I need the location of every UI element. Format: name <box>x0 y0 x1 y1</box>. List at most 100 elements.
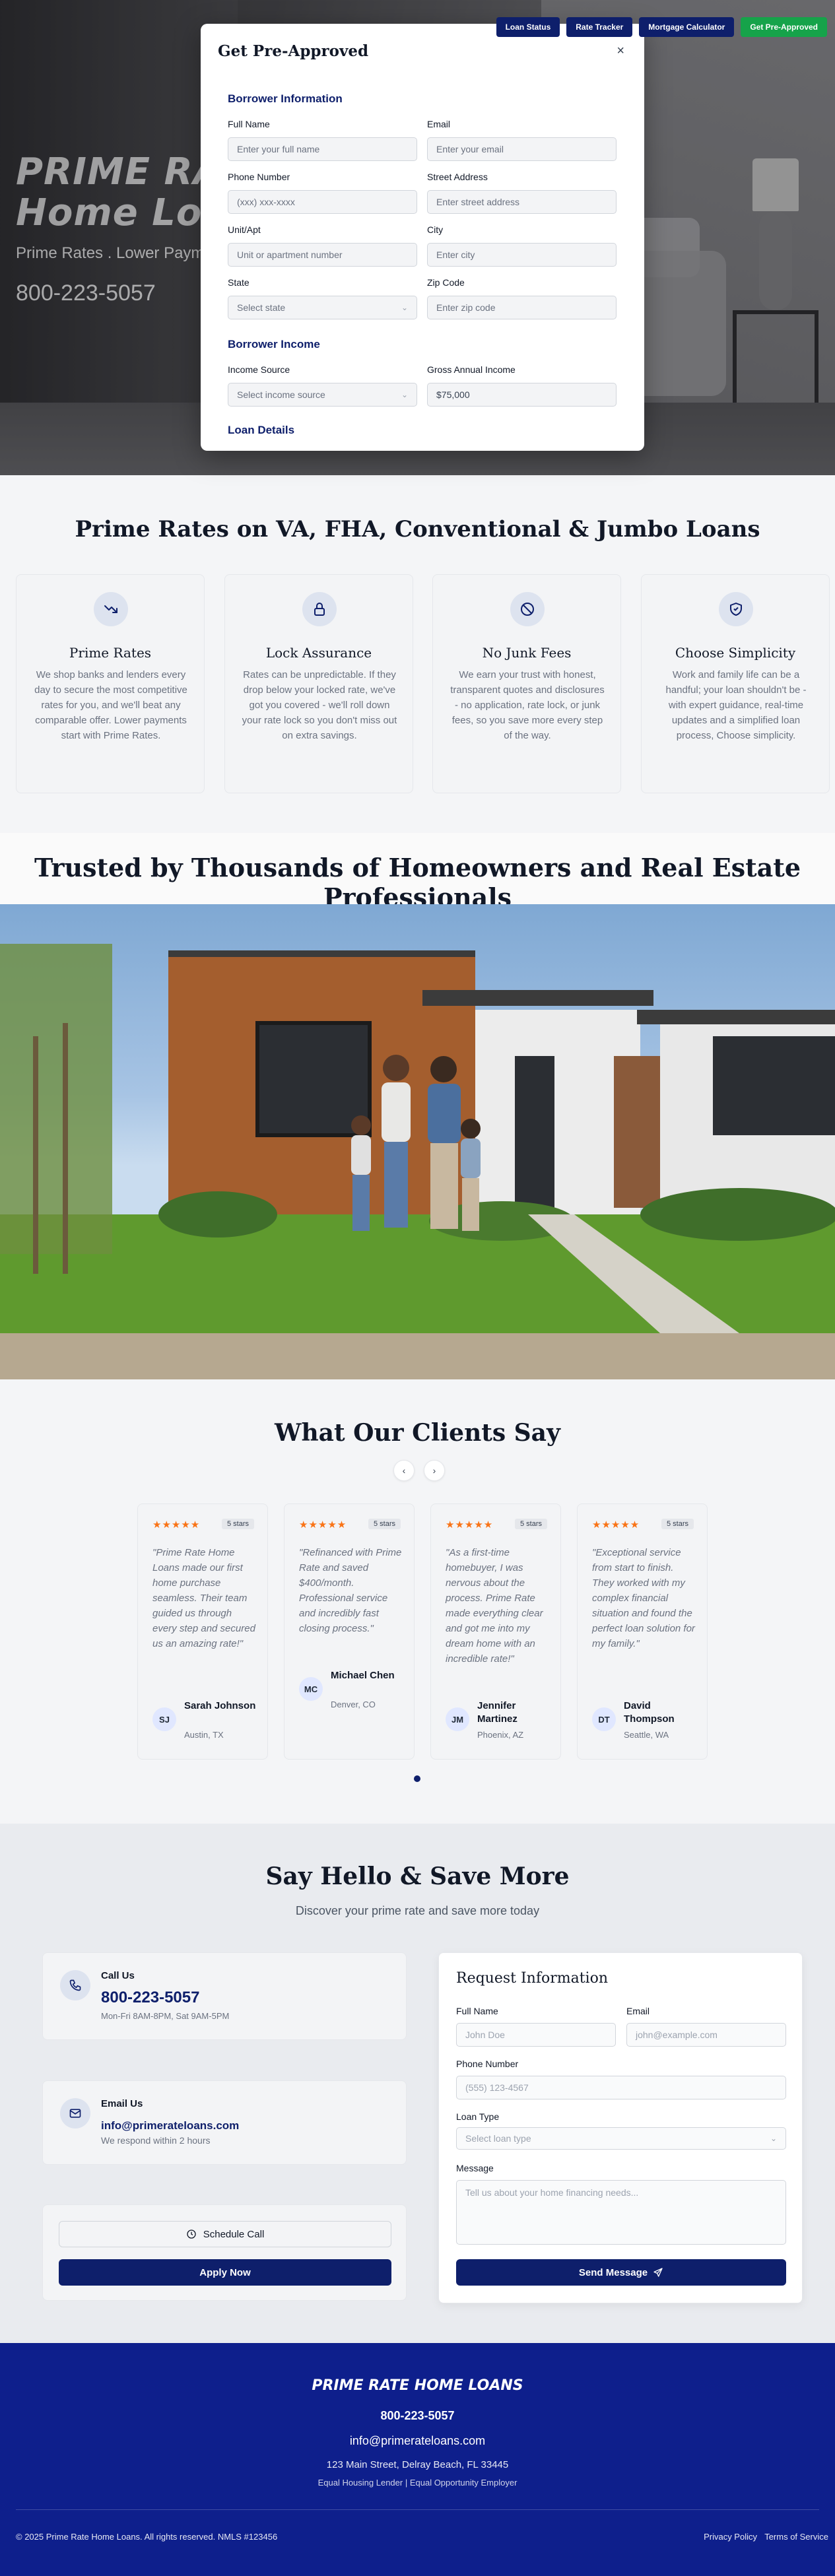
phone-label: Phone Number <box>228 172 290 182</box>
income-source-select[interactable]: Select income source ⌄ <box>228 383 417 407</box>
footer-brand: PRIME RATE HOME LOANS <box>312 2377 523 2394</box>
features-title: Prime Rates on VA, FHA, Conventional & J… <box>75 516 760 543</box>
footer: PRIME RATE HOME LOANS 800-223-5057 info@… <box>0 2343 835 2576</box>
carousel-dot-active[interactable] <box>414 1775 420 1782</box>
family-house-illustration <box>0 944 835 1379</box>
feature-card-prime-rates: Prime Rates We shop banks and lenders ev… <box>16 574 205 793</box>
apply-now-label: Apply Now <box>199 2266 251 2278</box>
carousel-next-button[interactable]: › <box>424 1460 445 1481</box>
gross-income-input[interactable]: $75,000 <box>427 383 617 407</box>
hero-subtitle: Prime Rates . Lower Paym <box>16 244 205 262</box>
actions-card: Schedule Call Apply Now <box>42 2204 407 2301</box>
contact-title: Say Hello & Save More <box>265 1863 570 1890</box>
send-message-button[interactable]: Send Message <box>456 2259 786 2286</box>
feature-title: No Junk Fees <box>482 645 572 661</box>
feature-text: We shop banks and lenders every day to s… <box>34 669 187 741</box>
email-us-note: We respond within 2 hours <box>101 2135 211 2146</box>
unit-label: Unit/Apt <box>228 224 261 235</box>
avatar: DT <box>592 1707 616 1731</box>
call-us-hours: Mon-Fri 8AM-8PM, Sat 9AM-5PM <box>101 2011 230 2021</box>
city-input[interactable]: Enter city <box>427 243 617 267</box>
rating-badge: 5 stars <box>221 1519 254 1529</box>
street-address-label: Street Address <box>427 172 488 182</box>
hero-phone[interactable]: 800-223-5057 <box>16 281 156 306</box>
star-rating: ★★★★★ <box>152 1519 201 1531</box>
chevron-down-icon: ⌄ <box>401 390 408 399</box>
feature-text: We earn your trust with honest, transpar… <box>450 669 605 741</box>
footer-terms-link[interactable]: Terms of Service <box>764 2532 828 2542</box>
pre-approval-modal: Get Pre-Approved × Borrower Information … <box>201 24 644 451</box>
hero-title: PRIME RA Home Loa <box>16 152 228 234</box>
street-address-input[interactable]: Enter street address <box>427 190 617 214</box>
state-select[interactable]: Select state ⌄ <box>228 296 417 319</box>
form-phone-input[interactable]: (555) 123-4567 <box>456 2076 786 2099</box>
nav-mortgage-calculator-button[interactable]: Mortgage Calculator <box>639 17 735 37</box>
rating-badge: 5 stars <box>661 1519 694 1529</box>
email-us-label: Email Us <box>101 2098 143 2109</box>
feature-title: Choose Simplicity <box>675 645 796 661</box>
testimonials-title: What Our Clients Say <box>275 1419 560 1447</box>
testimonial-card: ★★★★★ 5 stars "Prime Rate Home Loans mad… <box>137 1503 268 1760</box>
form-phone-placeholder: (555) 123-4567 <box>465 2082 529 2093</box>
trending-down-icon <box>94 592 128 626</box>
clock-icon <box>187 2229 196 2239</box>
nav-loan-status-button[interactable]: Loan Status <box>496 17 560 37</box>
footer-divider <box>16 2509 819 2510</box>
footer-email[interactable]: info@primerateloans.com <box>0 2434 835 2448</box>
client-name: Jennifer Martinez <box>477 1700 518 1725</box>
schedule-call-button[interactable]: Schedule Call <box>59 2221 391 2247</box>
testimonial-card: ★★★★★ 5 stars "Exceptional service from … <box>577 1503 708 1760</box>
phone-input[interactable]: (xxx) xxx-xxxx <box>228 190 417 214</box>
close-icon[interactable]: × <box>617 44 624 59</box>
unit-input[interactable]: Unit or apartment number <box>228 243 417 267</box>
form-email-placeholder: john@example.com <box>636 2030 718 2040</box>
call-us-card: Call Us 800-223-5057 Mon-Fri 8AM-8PM, Sa… <box>42 1952 407 2040</box>
feature-card-no-junk-fees: No Junk Fees We earn your trust with hon… <box>432 574 621 793</box>
city-placeholder: Enter city <box>436 249 475 260</box>
full-name-input[interactable]: Enter your full name <box>228 137 417 161</box>
footer-address: 123 Main Street, Delray Beach, FL 33445 <box>326 2459 509 2470</box>
modal-title: Get Pre-Approved <box>218 42 369 60</box>
nav-get-pre-approved-button[interactable]: Get Pre-Approved <box>741 17 827 37</box>
state-placeholder: Select state <box>237 302 286 313</box>
full-name-placeholder: Enter your full name <box>237 144 320 154</box>
form-title: Request Information <box>456 1970 609 1987</box>
form-phone-label: Phone Number <box>456 2059 519 2069</box>
email-placeholder: Enter your email <box>436 144 504 154</box>
client-location: Phoenix, AZ <box>477 1730 524 1740</box>
testimonial-quote: "Refinanced with Prime Rate and saved $4… <box>299 1547 402 1634</box>
rating-badge: 5 stars <box>514 1519 547 1529</box>
rating-badge: 5 stars <box>368 1519 401 1529</box>
call-us-phone[interactable]: 800-223-5057 <box>101 1989 199 2007</box>
client-location: Austin, TX <box>184 1730 224 1740</box>
trusted-title: Trusted by Thousands of Homeowners and R… <box>34 853 801 912</box>
client-location: Seattle, WA <box>624 1730 669 1740</box>
send-icon <box>653 2268 663 2277</box>
zip-input[interactable]: Enter zip code <box>427 296 617 319</box>
section-loan-details: Loan Details <box>228 424 295 436</box>
footer-equal-housing: Equal Housing Lender | Equal Opportunity… <box>317 2478 518 2488</box>
nav-rate-tracker-button[interactable]: Rate Tracker <box>566 17 633 37</box>
avatar: MC <box>299 1677 323 1701</box>
testimonial-card: ★★★★★ 5 stars "Refinanced with Prime Rat… <box>284 1503 415 1760</box>
lock-icon <box>302 592 337 626</box>
send-message-label: Send Message <box>578 2266 648 2278</box>
apply-now-button[interactable]: Apply Now <box>59 2259 391 2286</box>
footer-phone[interactable]: 800-223-5057 <box>0 2409 835 2423</box>
full-name-label: Full Name <box>228 119 270 129</box>
footer-copyright: © 2025 Prime Rate Home Loans. All rights… <box>16 2532 278 2542</box>
family-house-image <box>0 904 835 1379</box>
form-email-input[interactable]: john@example.com <box>626 2023 786 2047</box>
client-name: Sarah Johnson <box>184 1700 256 1711</box>
carousel-prev-button[interactable]: ‹ <box>393 1460 415 1481</box>
feature-text: Rates can be unpredictable. If they drop… <box>242 669 397 741</box>
star-rating: ★★★★★ <box>592 1519 640 1531</box>
email-us-card: Email Us info@primerateloans.com We resp… <box>42 2080 407 2165</box>
footer-privacy-link[interactable]: Privacy Policy <box>704 2532 757 2542</box>
email-input[interactable]: Enter your email <box>427 137 617 161</box>
form-loan-type-select[interactable]: Select loan type ⌄ <box>456 2127 786 2150</box>
form-message-textarea[interactable]: Tell us about your home financing needs.… <box>456 2180 786 2245</box>
form-full-name-input[interactable]: John Doe <box>456 2023 616 2047</box>
email-us-address[interactable]: info@primerateloans.com <box>101 2119 239 2132</box>
contact-subtitle: Discover your prime rate and save more t… <box>295 1904 540 1917</box>
